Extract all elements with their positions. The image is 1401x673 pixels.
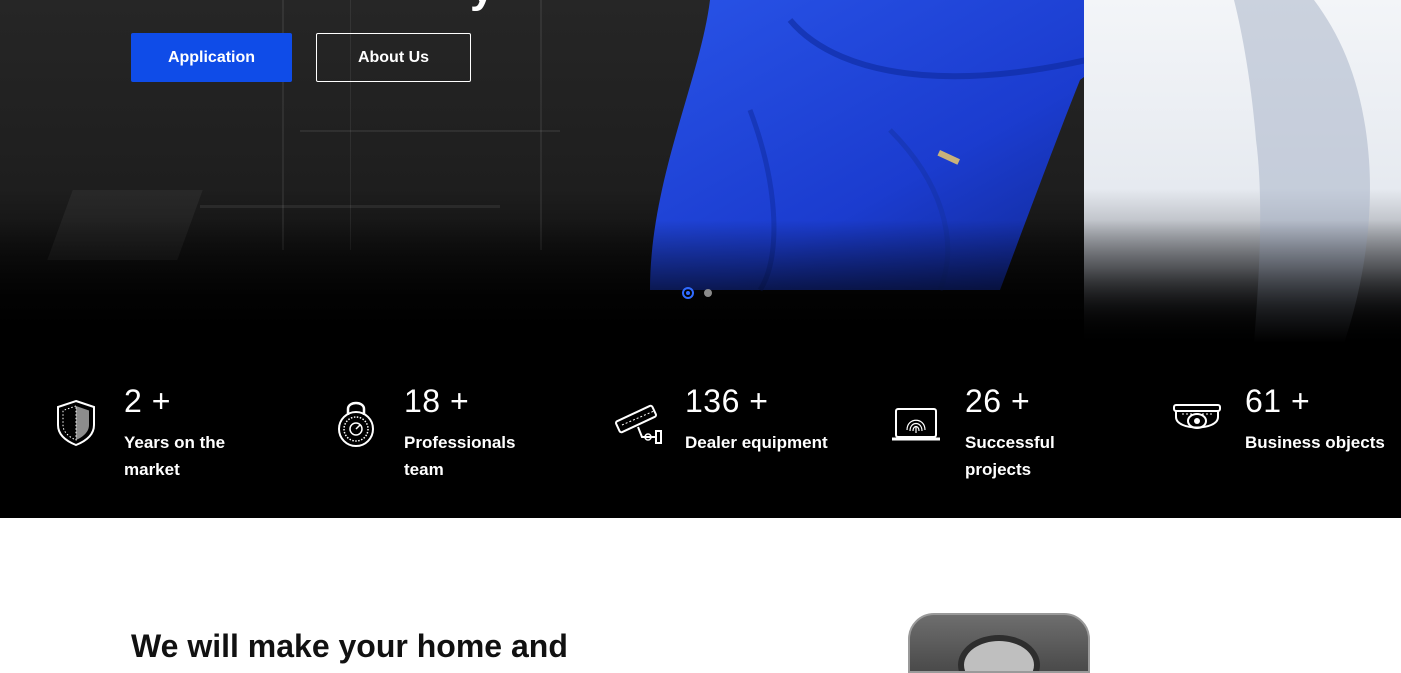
stat-number: 2 +	[124, 383, 171, 419]
stat-number: 61 +	[1245, 383, 1311, 419]
slider-dot-1[interactable]	[682, 287, 694, 299]
stat-number: 26 +	[965, 383, 1031, 419]
stat-number: 18 +	[404, 383, 470, 419]
stat-professionals: 18 + Professionals team	[336, 383, 596, 483]
stat-label: Business objects	[1245, 433, 1385, 452]
stat-label: Successful projects	[965, 433, 1055, 479]
stat-years: 2 + Years on the market	[56, 383, 316, 483]
stat-projects: 26 + Successful projects	[892, 383, 1152, 483]
slider-dot-2[interactable]	[704, 289, 712, 297]
security-device-image	[908, 613, 1090, 673]
stat-number: 136 +	[685, 383, 769, 419]
stat-business-objects: 61 + Business objects	[1172, 383, 1401, 483]
hero-slider: y Application About Us	[0, 0, 1401, 343]
dome-camera-icon	[1173, 404, 1221, 429]
hero-title: y	[470, 0, 510, 10]
section-headline: We will make your home and	[131, 628, 568, 664]
cctv-camera-icon	[614, 404, 662, 444]
padlock-icon	[338, 401, 374, 447]
hero-fade	[0, 220, 1401, 343]
stat-label: Professionals team	[404, 433, 516, 479]
stat-label: Years on the market	[124, 433, 226, 479]
stat-equipment: 136 + Dealer equipment	[612, 383, 872, 483]
shield-icon	[57, 399, 95, 447]
about-us-button[interactable]: About Us	[316, 33, 471, 82]
stat-label: Dealer equipment	[685, 433, 828, 452]
stats-bar: 2 + Years on the market 18 + Professiona…	[0, 343, 1401, 518]
slider-pagination	[682, 287, 712, 299]
application-button[interactable]: Application	[131, 33, 292, 82]
fingerprint-laptop-icon	[892, 408, 940, 441]
